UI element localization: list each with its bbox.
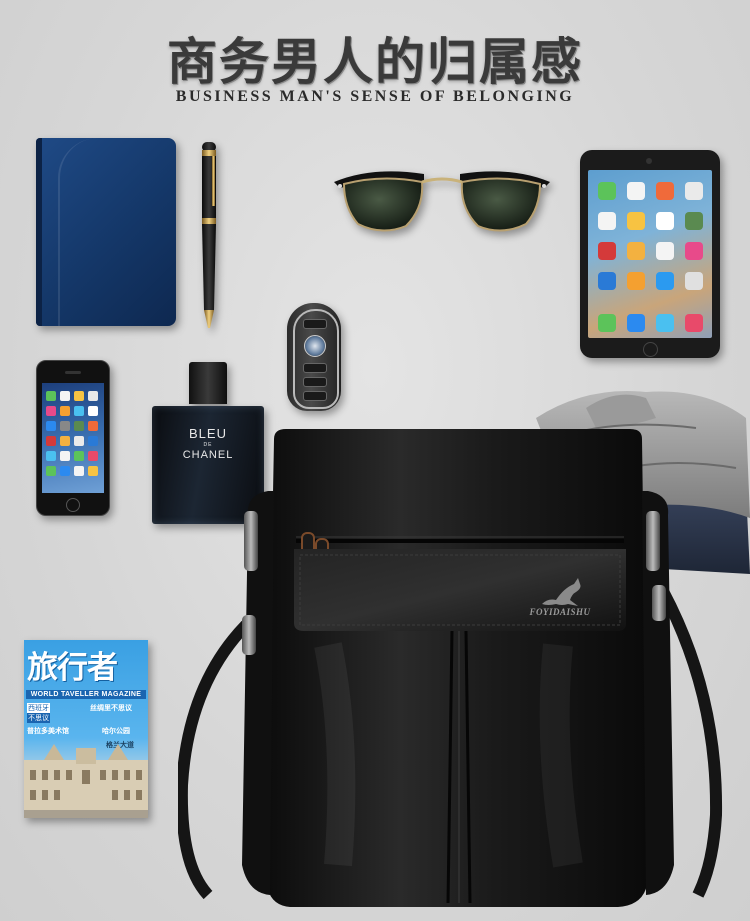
tablet-dock [598,314,703,332]
tablet-home-button [643,342,658,357]
phone-speaker [65,371,81,374]
page-title: 商务男人的归属感 [167,33,583,91]
key-logo-icon [304,335,326,357]
phone-screen [42,383,104,493]
messenger-bag-image [178,429,723,907]
perfume-cap [189,362,227,404]
magazine-subtitle: WORLD TAVELLER MAGAZINE [26,690,146,699]
tablet-image [580,150,720,358]
magazine-tag: 西班牙 [27,703,50,713]
sunglasses-image [334,171,550,232]
magazine-tag: 不思议 [27,713,50,723]
notebook-image [36,138,176,326]
magazine-title: 旅行者 [27,650,118,686]
bag-brand-label: FOYIDAISHU [529,607,591,617]
notebook-strap [58,138,178,326]
pen-image [202,142,216,328]
key-button [303,319,327,329]
product-scene: 商务男人的归属感 BUSINESS MAN'S SENSE OF BELONGI… [0,0,750,921]
phone-app-grid [46,391,98,476]
tablet-app-grid [598,182,703,290]
kangaroo-logo-icon [542,578,581,606]
magazine-headline: 丝绸里不思议 [90,704,132,712]
tablet-screen [588,170,712,338]
notebook-spine [36,138,42,326]
phone-home-button [66,498,80,512]
magazine-building-photo [24,744,148,818]
magazine-headline: 普拉多美术馆 [27,727,69,735]
key-button [303,391,327,401]
page-subtitle: BUSINESS MAN'S SENSE OF BELONGING [175,88,575,105]
key-button [303,377,327,387]
key-button [303,363,327,373]
tablet-camera [646,158,652,164]
magazine-headline: 哈尔公园 [102,727,130,735]
magazine-image: 旅行者 WORLD TAVELLER MAGAZINE 西班牙 不思议 丝绸里不… [24,640,148,818]
smartphone-image [36,360,110,516]
car-key-image [287,303,341,411]
